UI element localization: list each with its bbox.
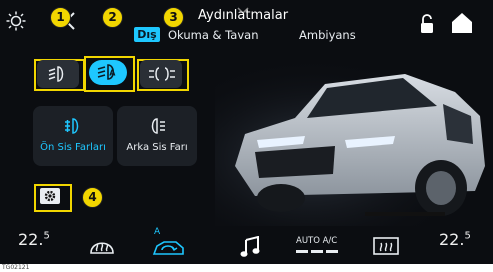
recirc-auto-letter: A bbox=[154, 227, 161, 237]
rear-fog-button[interactable]: Arka Sis Farı bbox=[117, 106, 197, 166]
front-fog-icon bbox=[64, 117, 82, 135]
rear-defrost-icon[interactable] bbox=[372, 236, 400, 256]
right-temp-decimal: 5 bbox=[464, 230, 471, 242]
sun-icon[interactable] bbox=[6, 11, 26, 31]
callout-4: 4 bbox=[82, 187, 103, 208]
right-temperature[interactable]: 22.5 bbox=[439, 230, 471, 264]
front-fog-label: Ön Sis Farları bbox=[40, 142, 106, 153]
callout-1: 1 bbox=[50, 7, 71, 28]
left-temp-value: 22. bbox=[18, 230, 44, 249]
callout-3: 3 bbox=[163, 7, 184, 28]
music-note-icon[interactable] bbox=[240, 236, 260, 258]
callout-2: 2 bbox=[102, 7, 123, 28]
auto-headlight-icon: A bbox=[97, 63, 121, 81]
parking-light-button[interactable] bbox=[140, 60, 182, 88]
low-beam-button[interactable] bbox=[37, 60, 79, 88]
home-icon[interactable] bbox=[451, 12, 473, 34]
infotainment-screen: 1 2 3 4 Aydınlatmalar Dış Okuma & Tavan … bbox=[0, 0, 493, 264]
tab-dis[interactable]: Dış bbox=[134, 27, 160, 42]
page-title: Aydınlatmalar bbox=[198, 8, 289, 23]
rear-fog-icon bbox=[148, 117, 166, 135]
settings-button[interactable] bbox=[40, 188, 60, 204]
left-temp-decimal: 5 bbox=[43, 230, 50, 242]
front-defrost-icon[interactable] bbox=[89, 236, 115, 256]
parking-light-icon bbox=[148, 66, 176, 82]
tab-okuma-tavan[interactable]: Okuma & Tavan bbox=[168, 28, 258, 42]
tab-dis-label: Dış bbox=[137, 28, 157, 41]
figure-caption: TG02121 bbox=[2, 264, 30, 271]
tab-ambiyans[interactable]: Ambiyans bbox=[299, 28, 356, 42]
gear-icon bbox=[43, 189, 57, 203]
ac-level-indicator bbox=[296, 250, 340, 254]
left-temperature[interactable]: 22.5 bbox=[18, 230, 50, 264]
car-image bbox=[215, 56, 493, 226]
svg-text:A: A bbox=[109, 69, 116, 78]
low-beam-icon bbox=[48, 65, 70, 83]
auto-headlight-button[interactable]: A bbox=[89, 60, 127, 85]
car-recirculation-icon[interactable] bbox=[152, 238, 186, 258]
front-fog-button[interactable]: Ön Sis Farları bbox=[33, 106, 113, 166]
right-temp-value: 22. bbox=[439, 230, 465, 249]
rear-fog-label: Arka Sis Farı bbox=[126, 142, 188, 153]
ac-label[interactable]: AUTO A/C bbox=[296, 236, 337, 246]
unlock-icon[interactable] bbox=[420, 14, 434, 34]
title-chevron-icon bbox=[198, 0, 288, 15]
